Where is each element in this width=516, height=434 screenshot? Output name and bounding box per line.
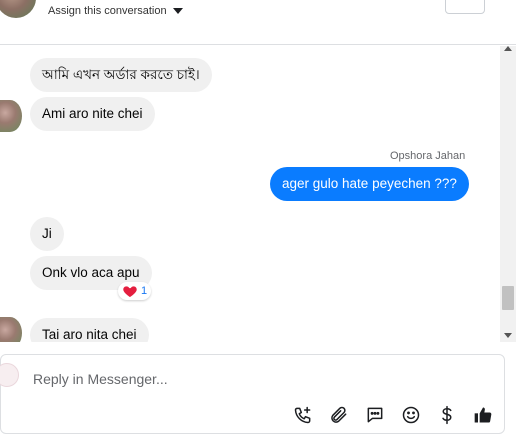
- caret-down-icon: [172, 8, 183, 14]
- conversation-header: Assign this conversation: [0, 0, 516, 45]
- saved-replies-icon[interactable]: [363, 403, 387, 427]
- contact-avatar[interactable]: [0, 0, 36, 18]
- reply-input[interactable]: [33, 369, 433, 389]
- payment-icon[interactable]: [435, 403, 459, 427]
- heart-icon: [123, 286, 137, 297]
- header-action-button[interactable]: [445, 0, 485, 14]
- call-add-icon[interactable]: [291, 403, 315, 427]
- message-bubble: আমি এখন অর্ডার করতে চাই।: [30, 58, 212, 92]
- contact-avatar-small: [0, 100, 22, 132]
- message-thread: আমি এখন অর্ডার করতে চাই। Ami aro nite ch…: [0, 46, 500, 342]
- thread-scrollbar[interactable]: [500, 46, 516, 342]
- emoji-icon[interactable]: [399, 403, 423, 427]
- scroll-down-arrow-icon[interactable]: [504, 333, 512, 338]
- sender-name: Opshora Jahan: [390, 150, 466, 162]
- message-bubble: Tai aro nita chei: [30, 318, 149, 342]
- message-bubble: Ji: [30, 217, 64, 251]
- scroll-up-arrow-icon[interactable]: [504, 46, 512, 51]
- like-icon[interactable]: [471, 403, 495, 427]
- reply-composer: [0, 354, 505, 434]
- scrollbar-thumb[interactable]: [502, 286, 514, 310]
- message-bubble: Ami aro nite chei: [30, 97, 155, 131]
- message-reaction[interactable]: 1: [118, 282, 152, 300]
- assign-label: Assign this conversation: [48, 5, 167, 17]
- message-bubble-outgoing: ager gulo hate peyechen ???: [270, 167, 469, 201]
- contact-avatar-small: [0, 317, 22, 342]
- composer-toolbar: [291, 403, 495, 427]
- assign-conversation-dropdown[interactable]: Assign this conversation: [48, 5, 183, 17]
- reaction-count: 1: [141, 285, 148, 297]
- attachment-icon[interactable]: [327, 403, 351, 427]
- page-avatar: [0, 363, 19, 387]
